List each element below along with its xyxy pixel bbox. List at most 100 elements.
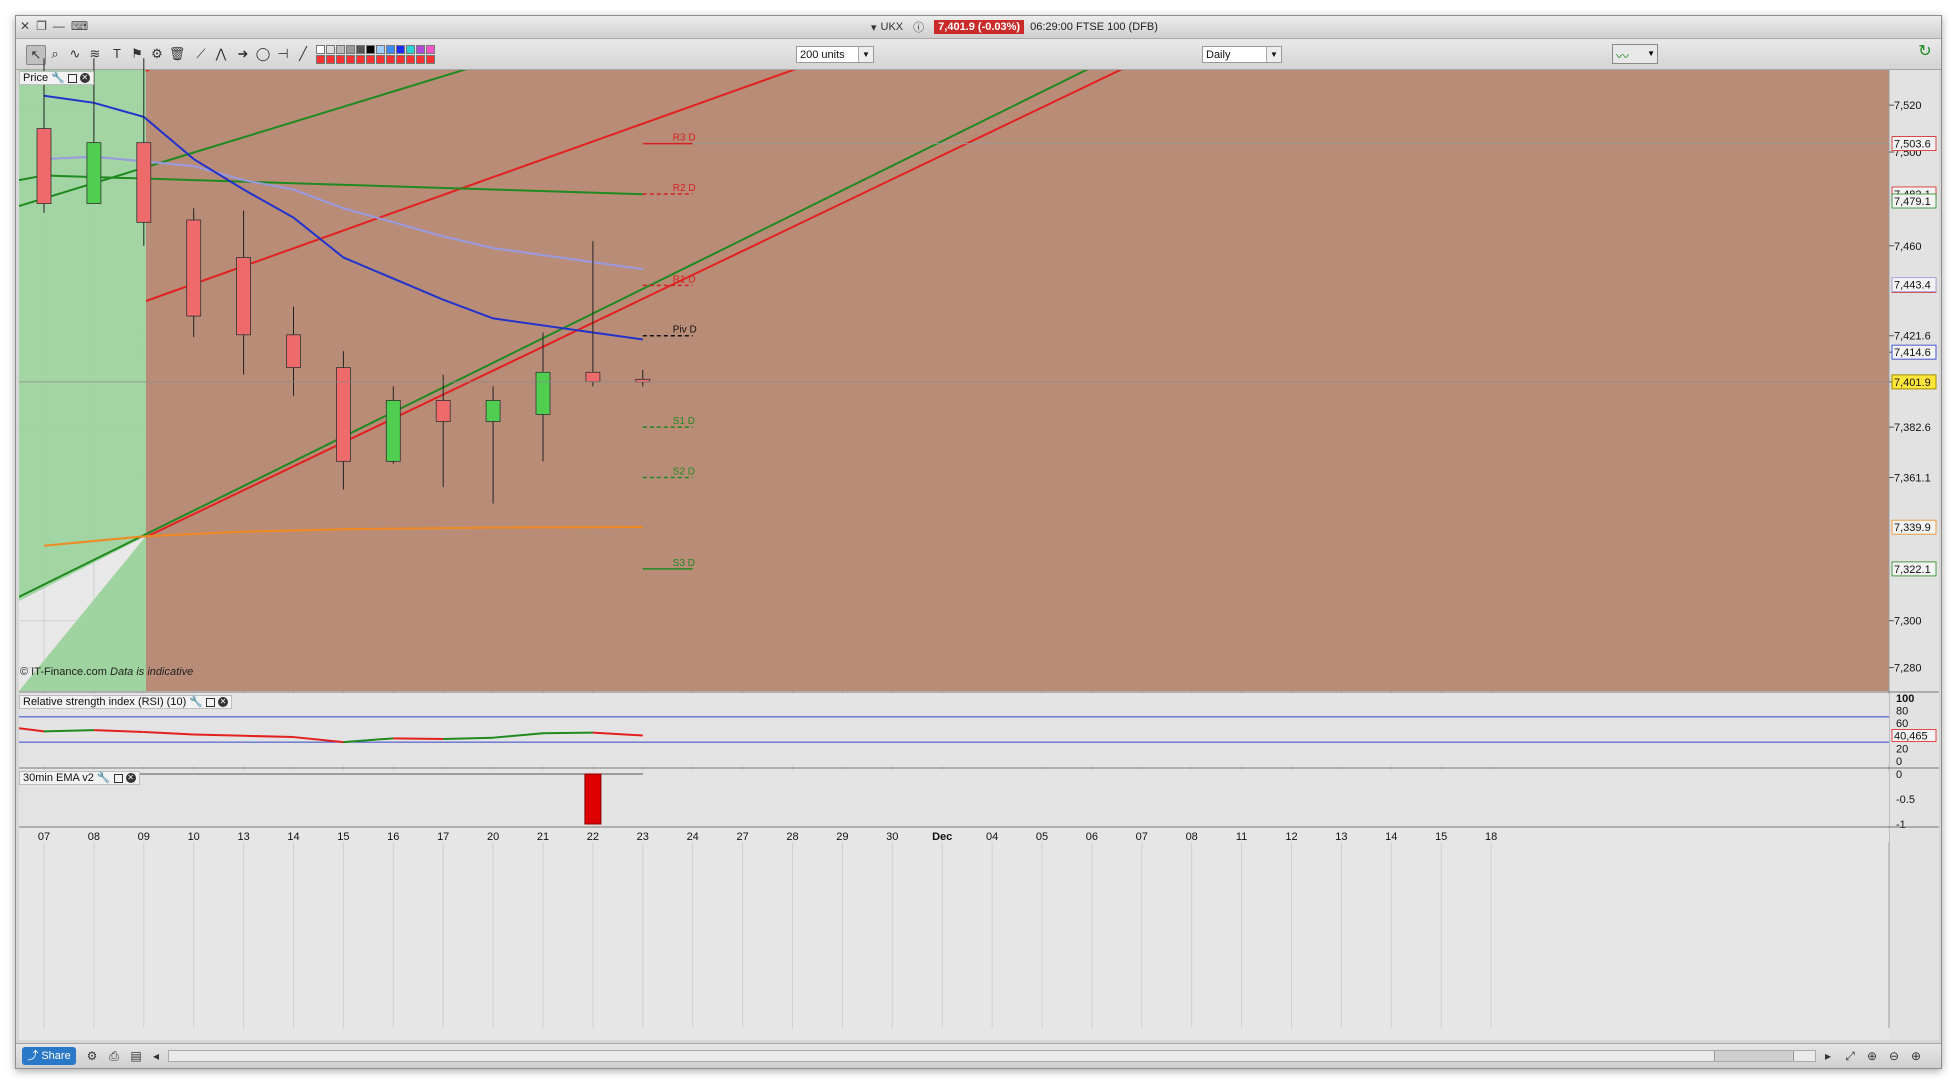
x-tick-label: 13 (237, 831, 249, 843)
x-tick-label: 12 (1285, 831, 1297, 843)
x-tick-label: 24 (687, 831, 699, 843)
rsi-segment (193, 733, 244, 737)
x-tick-label: 29 (836, 831, 848, 843)
rsi-tick-label: 100 (1896, 693, 1914, 705)
candle-body (186, 219, 202, 317)
y-tick-label: 7,361.1 (1894, 473, 1931, 485)
x-tick-label: 22 (587, 831, 599, 843)
wrench-icon[interactable]: 🔧 (97, 771, 111, 785)
x-tick-label: 27 (736, 831, 748, 843)
scroll-right-icon[interactable]: ▸ (1820, 1048, 1836, 1064)
copyright-note: © IT-Finance.com Data is indicative (20, 666, 193, 678)
side-tag-label: 7,414.6 (1894, 347, 1931, 359)
side-tag-label: 7,339.9 (1894, 522, 1931, 534)
x-tick-label: 07 (38, 831, 50, 843)
x-tick-label: 14 (287, 831, 299, 843)
maximize-panel-icon[interactable] (205, 697, 215, 707)
candle-body (485, 400, 501, 422)
ema-tick-label: -1 (1896, 819, 1906, 831)
rsi-segment (393, 737, 444, 740)
pivot-label: S3 D (673, 558, 695, 569)
y-tick-label: 7,460 (1894, 241, 1922, 253)
pivot-label: S1 D (673, 416, 695, 427)
candle-body (86, 142, 102, 204)
x-tick-label: 08 (88, 831, 100, 843)
rsi-panel-label: Relative strength index (RSI) (10) 🔧 ✕ (19, 695, 232, 709)
ema-tick-label: -0.5 (1896, 794, 1915, 806)
layout-icon[interactable]: ▤ (128, 1048, 144, 1064)
scroll-left-icon[interactable]: ◂ (148, 1048, 164, 1064)
maximize-panel-icon[interactable] (67, 73, 77, 83)
wrench-icon[interactable]: 🔧 (189, 695, 203, 709)
rsi-segment (443, 736, 494, 740)
x-tick-label: 21 (537, 831, 549, 843)
candle-body (435, 400, 451, 422)
y-tick-label: 7,300 (1894, 616, 1922, 628)
side-tag-label: 7,479.1 (1894, 196, 1931, 208)
chart-canvas[interactable]: R3 DR2 DR1 DPiv DS1 DS2 DS3 D 7,5207,500… (16, 16, 1941, 1068)
side-tag-label: 7,443.4 (1894, 280, 1931, 292)
pivot-label: R1 D (673, 274, 696, 285)
y-tick-label: 7,401.9 (1894, 377, 1931, 389)
x-tick-label: 15 (337, 831, 349, 843)
x-tick-label: 18 (1485, 831, 1497, 843)
zoom-area-icon[interactable]: ⊕ (1864, 1048, 1880, 1064)
x-tick-label: 11 (1236, 831, 1247, 843)
x-tick-label: 06 (1086, 831, 1098, 843)
x-tick-label: 14 (1385, 831, 1397, 843)
rsi-panel[interactable]: 10080604020040,465 (18, 693, 1937, 768)
ema-panel[interactable]: 0 -0.5 -1 (19, 769, 1915, 831)
x-tick-label: 05 (1036, 831, 1048, 843)
wrench-icon[interactable]: 🔧 (51, 71, 65, 85)
fit-chart-icon[interactable]: ⤢ (1842, 1048, 1858, 1064)
x-tick-label: 15 (1435, 831, 1447, 843)
x-tick-label: 16 (387, 831, 399, 843)
close-panel-icon[interactable]: ✕ (125, 773, 136, 783)
rsi-segment (542, 731, 593, 735)
y-tick-label: 7,382.6 (1894, 422, 1931, 434)
y-tick-label: 7,520 (1894, 100, 1922, 112)
disclaimer-text: Data is indicative (110, 666, 194, 678)
share-button[interactable]: ⤴ Share (22, 1047, 76, 1065)
red-channel-top (145, 70, 151, 72)
green-channel-top (146, 16, 1889, 59)
zoom-in-icon[interactable]: ⊕ (1908, 1048, 1924, 1064)
scrollbar-thumb[interactable] (1714, 1051, 1794, 1061)
share-icon: ⤴ (27, 1050, 42, 1062)
close-panel-icon[interactable]: ✕ (79, 73, 90, 83)
candle-body (136, 142, 152, 223)
bottom-bar: ⤴ Share ⚙ ⎙ ▤ ◂ ▸ ⤢ ⊕ ⊖ ⊕ (16, 1043, 1941, 1068)
horizontal-scrollbar[interactable] (168, 1050, 1816, 1062)
ema-bar (584, 773, 602, 825)
rsi-tick-label: 60 (1896, 718, 1908, 730)
close-panel-icon[interactable]: ✕ (217, 697, 228, 707)
price-axis-bg (1889, 70, 1939, 1040)
share-label: Share (41, 1050, 71, 1062)
price-label-text: Price (23, 72, 49, 84)
y-tick-label: 7,421.6 (1894, 331, 1931, 343)
candle-body (236, 257, 252, 336)
maximize-panel-icon[interactable] (113, 773, 123, 783)
candle-body (585, 371, 601, 383)
candle-body (535, 371, 551, 415)
settings-icon[interactable]: ⚙ (84, 1048, 100, 1064)
copyright-text: © IT-Finance.com (20, 666, 107, 678)
rsi-last-label: 40,465 (1894, 731, 1928, 743)
ema-tick-label: 0 (1896, 769, 1902, 781)
x-tick-label: 10 (188, 831, 200, 843)
zoom-out-icon[interactable]: ⊖ (1886, 1048, 1902, 1064)
red-channel-fill (146, 70, 1889, 691)
x-tick-label: 08 (1186, 831, 1198, 843)
print-icon[interactable]: ⎙ (106, 1048, 122, 1064)
y-tick-label: 7,280 (1894, 663, 1922, 675)
candle-body (385, 400, 401, 462)
rsi-tick-label: 80 (1896, 706, 1908, 718)
rsi-label-text: Relative strength index (RSI) (10) (23, 696, 187, 708)
price-panel-label: Price 🔧 ✕ (19, 71, 94, 85)
rsi-tick-label: 0 (1896, 756, 1902, 768)
pivot-label: R2 D (673, 183, 696, 194)
x-tick-label: 04 (986, 831, 998, 843)
chart-window: ✕ ❐ — ⌨ ▾ UKX ⓘ 7,401.9 (-0.03%) 06:29:00 F… (15, 15, 1942, 1069)
ema-panel-label: 30min EMA v2 🔧 ✕ (19, 771, 140, 785)
x-tick-label: 09 (138, 831, 150, 843)
